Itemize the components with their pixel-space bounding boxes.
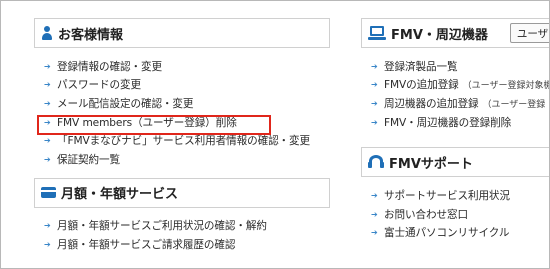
list-item-contact[interactable]: ➔ お問い合わせ窓口 xyxy=(371,205,549,224)
link-label[interactable]: 登録済製品一覧 xyxy=(384,59,458,74)
list-item-registered-products[interactable]: ➔ 登録済製品一覧 xyxy=(371,57,549,76)
list-item-billing-history[interactable]: ➔ 月額・年額サービスご請求履歴の確認 xyxy=(44,235,330,254)
peripheral-add-note: （ユーザー登録 xyxy=(482,99,546,110)
link-label[interactable]: FMV・周辺機器の登録削除 xyxy=(384,115,511,130)
user-tab-button[interactable]: ユーザ xyxy=(509,23,549,43)
link-label[interactable]: 保証契約一覧 xyxy=(57,152,120,167)
list-item-fmv-add[interactable]: ➔ FMVの追加登録 （ユーザー登録対象機 xyxy=(371,76,550,95)
link-label[interactable]: サポートサービス利用状況 xyxy=(384,188,510,203)
arrow-right-icon: ➔ xyxy=(371,117,378,127)
link-label[interactable]: 「FMVまなびナビ」サービス利用者情報の確認・変更 xyxy=(57,133,310,148)
customer-info-title: お客様情報 xyxy=(58,27,124,43)
arrow-right-icon: ➔ xyxy=(371,209,378,219)
arrow-right-icon: ➔ xyxy=(44,80,51,90)
link-label[interactable]: お問い合わせ窓口 xyxy=(384,207,468,222)
arrow-right-icon: ➔ xyxy=(44,239,51,249)
list-item-pc-recycle[interactable]: ➔ 富士通パソコンリサイクル xyxy=(371,224,549,243)
link-label[interactable]: メール配信設定の確認・変更 xyxy=(57,96,194,111)
customer-info-list: ➔ 登録情報の確認・変更 ➔ パスワードの変更 ➔ メール配信設定の確認・変更 … xyxy=(34,57,330,169)
subscription-header: 月額・年額サービス xyxy=(34,177,330,208)
arrow-right-icon: ➔ xyxy=(371,80,378,90)
arrow-right-icon: ➔ xyxy=(44,221,51,231)
list-item-peripheral-add[interactable]: ➔ 周辺機器の追加登録 （ユーザー登録 xyxy=(371,94,549,113)
arrow-right-icon: ➔ xyxy=(371,228,378,238)
link-label[interactable]: 月額・年額サービスご利用状況の確認・解約 xyxy=(57,218,267,233)
link-label[interactable]: パスワードの変更 xyxy=(57,77,141,92)
fmv-support-title: FMVサポート xyxy=(389,156,473,172)
link-label[interactable]: 月額・年額サービスご請求履歴の確認 xyxy=(57,237,236,252)
highlight-box xyxy=(37,115,271,135)
fmv-peripherals-header: FMV・周辺機器 ユーザ xyxy=(361,18,549,48)
list-item-subscription-status[interactable]: ➔ 月額・年額サービスご利用状況の確認・解約 xyxy=(44,217,330,236)
fmv-support-header: FMVサポート xyxy=(361,147,549,178)
arrow-right-icon: ➔ xyxy=(44,98,51,108)
left-column: お客様情報 ➔ 登録情報の確認・変更 ➔ パスワードの変更 ➔ メール配信設定の… xyxy=(34,18,330,254)
arrow-right-icon: ➔ xyxy=(371,98,378,108)
subscription-list: ➔ 月額・年額サービスご利用状況の確認・解約 ➔ 月額・年額サービスご請求履歴の… xyxy=(34,217,330,254)
subscription-title: 月額・年額サービス xyxy=(61,187,179,203)
person-icon xyxy=(41,26,53,40)
arrow-right-icon: ➔ xyxy=(44,154,51,164)
arrow-right-icon: ➔ xyxy=(44,61,51,71)
fmv-peripherals-list: ➔ 登録済製品一覧 ➔ FMVの追加登録 （ユーザー登録対象機 ➔ 周辺機器の追… xyxy=(361,57,550,132)
list-item-registration-delete[interactable]: ➔ FMV・周辺機器の登録削除 xyxy=(371,113,549,132)
link-label[interactable]: FMVの追加登録 xyxy=(384,77,459,92)
fmv-add-note: （ユーザー登録対象機 xyxy=(462,81,550,92)
arrow-right-icon: ➔ xyxy=(44,136,51,146)
page-frame: お客様情報 ➔ 登録情報の確認・変更 ➔ パスワードの変更 ➔ メール配信設定の… xyxy=(0,0,550,269)
list-item-registration-info[interactable]: ➔ 登録情報の確認・変更 xyxy=(44,57,330,76)
fmv-peripherals-title: FMV・周辺機器 xyxy=(391,27,488,43)
credit-card-icon xyxy=(41,187,56,199)
headset-icon xyxy=(368,155,384,169)
link-label[interactable]: 登録情報の確認・変更 xyxy=(57,59,162,74)
link-label[interactable]: 富士通パソコンリサイクル xyxy=(384,225,510,240)
list-item-password-change[interactable]: ➔ パスワードの変更 xyxy=(44,76,330,95)
fmv-support-list: ➔ サポートサービス利用状況 ➔ お問い合わせ窓口 ➔ 富士通パソコンリサイクル xyxy=(361,186,549,243)
computer-icon xyxy=(368,26,386,40)
list-item-support-usage[interactable]: ➔ サポートサービス利用状況 xyxy=(371,186,549,205)
list-item-mail-settings[interactable]: ➔ メール配信設定の確認・変更 xyxy=(44,94,330,113)
link-label[interactable]: 周辺機器の追加登録 xyxy=(384,96,479,111)
arrow-right-icon: ➔ xyxy=(371,191,378,201)
arrow-right-icon: ➔ xyxy=(371,61,378,71)
list-item-warranty[interactable]: ➔ 保証契約一覧 xyxy=(44,150,330,169)
right-column: FMV・周辺機器 ユーザ ➔ 登録済製品一覧 ➔ FMVの追加登録 （ユーザー登… xyxy=(361,18,550,243)
customer-info-header: お客様情報 xyxy=(34,18,330,48)
